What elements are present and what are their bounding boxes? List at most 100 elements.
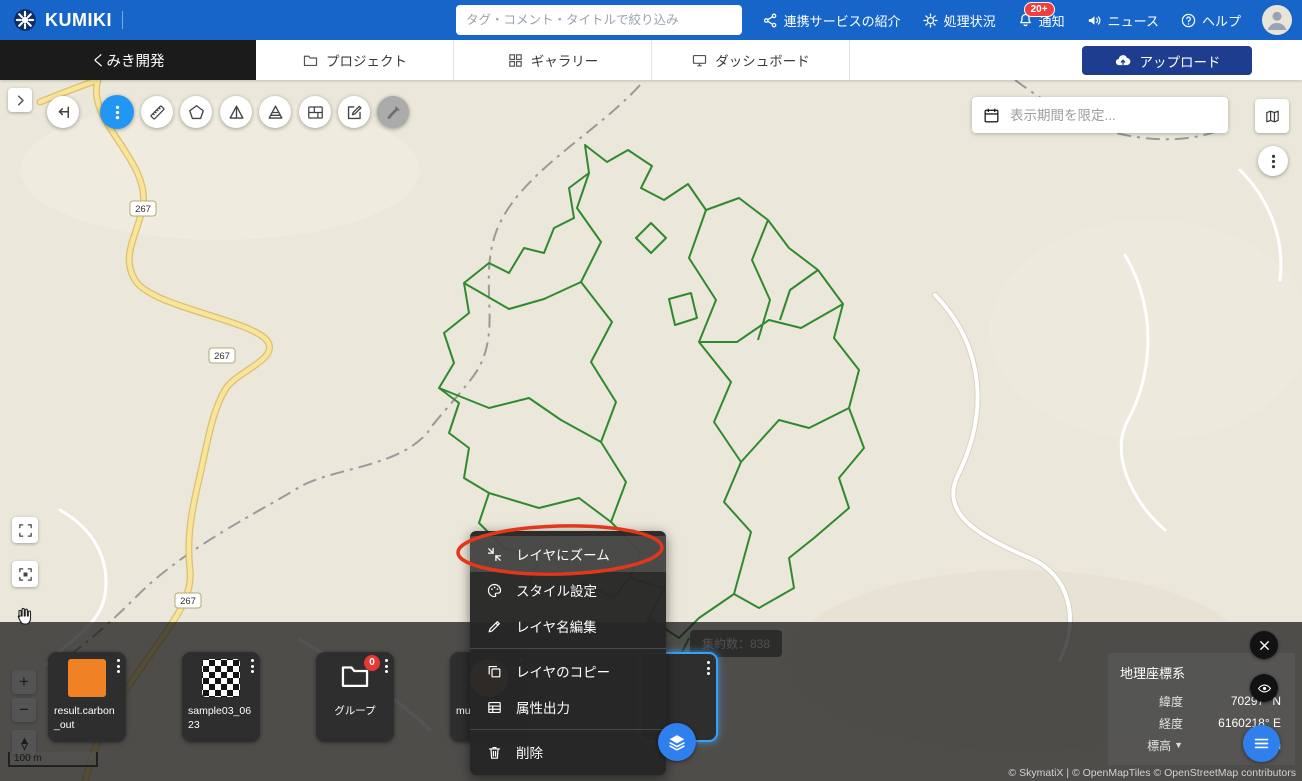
menu-separator [470,729,666,730]
cone-tool-button[interactable] [220,96,252,128]
map-options-button[interactable] [1258,146,1288,176]
zoom-to-layer-icon [486,546,503,563]
folder-icon [302,52,319,69]
menu-separator [470,648,666,649]
layer-card-label: sample03_0623 [182,704,260,733]
close-panel-button[interactable] [1250,631,1278,659]
layer-card-label: グループ [316,704,394,720]
header-item-services[interactable]: 連携サービスの紹介 [762,11,901,30]
layer-context-menu: レイヤにズーム スタイル設定 レイヤ名編集 レイヤのコピー 属性出力 [470,531,666,775]
edit-tool-button[interactable] [338,96,370,128]
longitude-label: 経度 [1159,715,1183,732]
sidebar-expander[interactable] [8,88,32,112]
close-icon [1257,638,1272,653]
polygon-tool-button[interactable] [180,96,212,128]
menu-item-label: 属性出力 [516,697,570,717]
layer-thumbnail [202,659,240,697]
panel-menu-button[interactable] [1243,725,1280,762]
header-item-notifications[interactable]: 20+ 通知 [1017,11,1065,30]
layers-bubble-button[interactable] [658,723,696,761]
calendar-icon [982,106,1001,125]
frame-select-button[interactable] [12,561,38,587]
speaker-icon [1086,12,1103,29]
measure-button[interactable] [141,96,173,128]
elevation-label: 標高▼ [1147,737,1183,754]
tab-dashboard[interactable]: ダッシュボード [652,40,850,80]
caret-down-icon: ▼ [1174,740,1183,750]
header-item-processing[interactable]: 処理状況 [922,11,996,30]
menu-item-copy-layer[interactable]: レイヤのコピー [470,653,666,689]
volume-tool-button[interactable] [259,96,291,128]
pencil-icon [486,618,503,635]
eye-icon [1257,681,1272,696]
menu-item-style-settings[interactable]: スタイル設定 [470,572,666,608]
header-item-label: 連携サービスの紹介 [784,11,901,30]
header-item-news[interactable]: ニュース [1086,11,1159,30]
menu-item-export-attributes[interactable]: 属性出力 [470,689,666,725]
menu-item-label: レイヤ名編集 [516,616,597,636]
menu-item-zoom-to-layer[interactable]: レイヤにズーム [470,536,666,572]
group-count-badge: 0 [364,655,380,671]
layer-card-label: result.carbon_out [48,704,126,733]
upload-button[interactable]: アップロード [1082,46,1252,75]
avatar[interactable] [1262,5,1292,35]
search-input[interactable] [466,13,732,27]
menu-item-label: レイヤにズーム [516,544,610,564]
header-item-label: 処理状況 [944,11,996,30]
frame-icon [17,566,34,583]
nav-tabs: プロジェクト ギャラリー ダッシュボード [256,40,850,80]
palette-icon [486,582,503,599]
layer-card-sample03[interactable]: sample03_0623 [182,652,260,742]
viewfinder-icon [17,522,34,539]
notification-badge: 20+ [1024,2,1055,17]
dots-vertical-icon [1264,152,1283,171]
grid-icon [507,52,524,69]
visibility-button[interactable] [1250,674,1278,702]
brand-name: KUMIKI [45,10,112,31]
menu-item-label: 削除 [516,742,543,762]
layers-icon [666,731,688,753]
kumiki-logo[interactable]: KUMIKI [0,7,112,33]
share-icon [762,12,779,29]
top-header: KUMIKI 連携サービスの紹介 処理状況 [0,0,1302,40]
menu-item-label: スタイル設定 [516,580,597,600]
edit-square-icon [345,103,364,122]
pentagon-icon [187,103,206,122]
basemap-button[interactable] [1255,99,1289,133]
map-area: 267 267 267 [0,80,1302,781]
hamburger-icon [1252,734,1271,753]
cone-icon [227,103,246,122]
trash-icon [486,744,503,761]
tab-gallery[interactable]: ギャラリー [454,40,652,80]
tab-projects[interactable]: プロジェクト [256,40,454,80]
mosaic-tool-button[interactable] [299,96,331,128]
header-item-label: ニュース [1108,11,1159,30]
active-tool-button[interactable] [100,95,134,129]
header-item-label: ヘルプ [1202,11,1241,30]
layer-card-group[interactable]: 0 グループ [316,652,394,742]
menu-item-delete[interactable]: 削除 [470,734,666,770]
header-item-help[interactable]: ヘルプ [1180,11,1241,30]
svg-text:267: 267 [180,596,196,607]
brush-icon [384,103,403,122]
tab-label: ダッシュボード [715,50,810,70]
layer-card-result-carbon[interactable]: result.carbon_out [48,652,126,742]
menu-item-rename-layer[interactable]: レイヤ名編集 [470,608,666,644]
paint-tool-button[interactable] [377,96,409,128]
logo-gear-icon [12,7,38,33]
menu-item-label: レイヤのコピー [516,661,610,681]
return-button[interactable] [47,96,79,128]
layered-cone-icon [266,103,285,122]
gear-icon [922,12,939,29]
help-icon [1180,12,1197,29]
tab-project-name[interactable]: くみき開発 [0,40,256,80]
map-icon [1264,108,1281,125]
collage-icon [306,103,325,122]
tab-label: ギャラリー [531,50,599,70]
zoom-extent-button[interactable] [12,517,38,543]
svg-text:267: 267 [214,351,230,362]
latitude-label: 緯度 [1159,693,1183,710]
date-range-input[interactable] [1010,108,1218,123]
person-icon [1262,5,1292,35]
copy-icon [486,663,503,680]
